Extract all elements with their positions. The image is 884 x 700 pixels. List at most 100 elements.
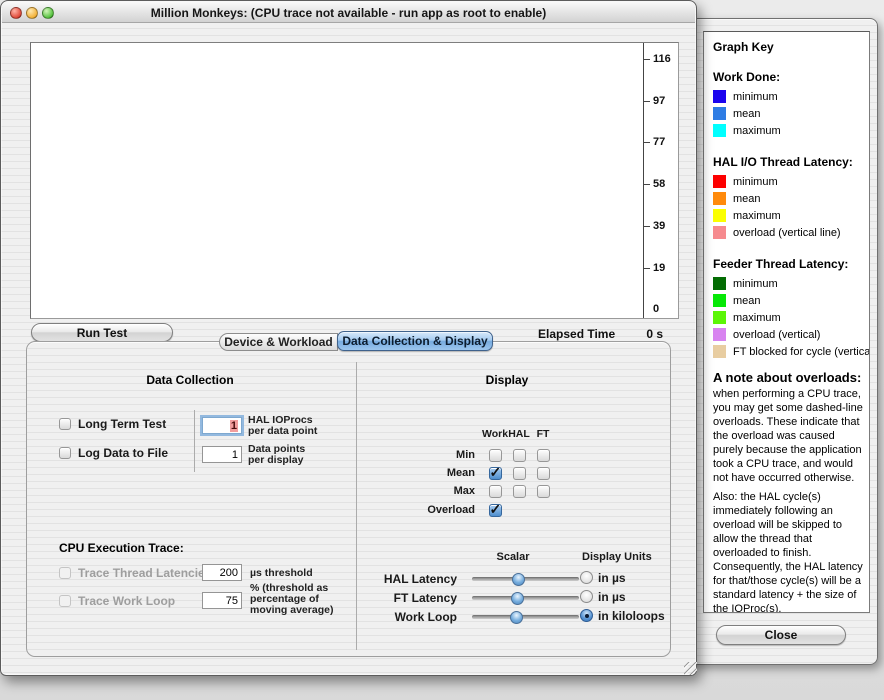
- y-axis-tick: [644, 101, 650, 102]
- color-swatch: [713, 175, 726, 188]
- matrix-header-row: Work HAL FT: [412, 425, 555, 443]
- data-collection-title: Data Collection: [90, 373, 290, 387]
- y-axis-tick: [644, 142, 650, 143]
- checkbox-mean-ft[interactable]: [537, 467, 550, 480]
- hal-ioprocs-field[interactable]: 1: [202, 417, 242, 434]
- legend-item: overload (vertical line): [713, 224, 865, 241]
- legend-item: maximum: [713, 207, 865, 224]
- display-matrix: Work HAL FT Min Mean: [412, 425, 582, 525]
- y-axis-label: 0: [653, 303, 689, 315]
- tab-device-workload[interactable]: Device & Workload: [219, 333, 338, 351]
- y-axis-label: 97: [653, 95, 689, 107]
- title-bar[interactable]: Million Monkeys: (CPU trace not availabl…: [2, 2, 695, 23]
- ft-latency-slider[interactable]: [472, 596, 579, 600]
- resize-grip[interactable]: [684, 662, 697, 675]
- color-swatch: [713, 124, 726, 137]
- checkbox-overload-work[interactable]: [489, 504, 502, 517]
- overload-note-also: Also: the HAL cycle(s) immediately follo…: [713, 490, 865, 613]
- data-points-label: Data points per display: [248, 444, 305, 466]
- checkbox-mean-work[interactable]: [489, 467, 502, 480]
- panel-divider: [356, 362, 357, 650]
- elapsed-time-label: Elapsed Time: [538, 327, 615, 341]
- hal-latency-slider-row: HAL Latency in µs: [27, 570, 672, 587]
- long-term-test-row: Long Term Test: [59, 417, 166, 431]
- y-axis-tick: [644, 226, 650, 227]
- color-swatch: [713, 107, 726, 120]
- color-swatch: [713, 294, 726, 307]
- matrix-row-mean: Mean: [412, 464, 555, 482]
- y-axis-label: 19: [653, 262, 689, 274]
- color-swatch: [713, 345, 726, 358]
- legend-item: overload (vertical): [713, 326, 865, 343]
- graph-key-panel: Graph Key Work Done: minimum mean maximu…: [703, 31, 870, 613]
- work-loop-slider-row: Work Loop in kiloloops: [27, 608, 672, 625]
- y-axis-label: 77: [653, 136, 689, 148]
- radio-hal-units-us[interactable]: [580, 571, 593, 584]
- display-units-header: Display Units: [582, 551, 652, 563]
- checkbox-min-ft[interactable]: [537, 449, 550, 462]
- slider-thumb[interactable]: [510, 611, 523, 624]
- hal-ioprocs-label: HAL IOProcs per data point: [248, 415, 317, 437]
- color-swatch: [713, 192, 726, 205]
- color-swatch: [713, 209, 726, 222]
- elapsed-time-value: 0 s: [629, 327, 663, 341]
- window-title: Million Monkeys: (CPU trace not availabl…: [2, 6, 695, 20]
- checkbox-log-data-to-file[interactable]: [59, 447, 71, 459]
- tab-data-collection-display[interactable]: Data Collection & Display: [337, 331, 493, 351]
- checkbox-max-ft[interactable]: [537, 485, 550, 498]
- run-test-button[interactable]: Run Test: [31, 323, 173, 342]
- matrix-row-max: Max: [412, 482, 555, 500]
- work-loop-slider[interactable]: [472, 615, 579, 619]
- main-window: Million Monkeys: (CPU trace not availabl…: [0, 0, 697, 676]
- ft-latency-slider-row: FT Latency in µs: [27, 589, 672, 606]
- key-section-feeder-latency: Feeder Thread Latency: minimum mean maxi…: [713, 257, 865, 360]
- checkbox-max-hal[interactable]: [513, 485, 526, 498]
- fields-divider: [194, 410, 195, 472]
- key-section-hal-latency: HAL I/O Thread Latency: minimum mean max…: [713, 155, 865, 241]
- legend-item: mean: [713, 105, 865, 122]
- legend-item: maximum: [713, 309, 865, 326]
- scalar-header: Scalar: [463, 551, 563, 563]
- radio-work-loop-units-kiloloops[interactable]: [580, 609, 593, 622]
- y-axis-line: [643, 43, 644, 318]
- radio-ft-units-us[interactable]: [580, 590, 593, 603]
- tab-content-panel: Data Collection Long Term Test Log Data …: [26, 341, 671, 657]
- y-axis-tick: [644, 268, 650, 269]
- checkbox-mean-hal[interactable]: [513, 467, 526, 480]
- y-axis-tick: [644, 184, 650, 185]
- matrix-row-min: Min: [412, 446, 555, 464]
- checkbox-min-hal[interactable]: [513, 449, 526, 462]
- legend-item: minimum: [713, 275, 865, 292]
- graph-key-drawer: Graph Key Work Done: minimum mean maximu…: [690, 18, 878, 665]
- desktop: Graph Key Work Done: minimum mean maximu…: [0, 0, 884, 700]
- log-data-row: Log Data to File: [59, 446, 168, 460]
- graph-area: 116 97 77 58 39 19 0: [30, 42, 679, 319]
- y-axis-label: 116: [653, 53, 689, 65]
- checkbox-max-work[interactable]: [489, 485, 502, 498]
- legend-item: mean: [713, 190, 865, 207]
- legend-item: FT blocked for cycle (vertical): [713, 343, 865, 360]
- slider-thumb[interactable]: [512, 573, 525, 586]
- legend-item: maximum: [713, 122, 865, 139]
- color-swatch: [713, 277, 726, 290]
- legend-item: minimum: [713, 88, 865, 105]
- overload-note-body: when performing a CPU trace, you may get…: [713, 387, 865, 485]
- color-swatch: [713, 311, 726, 324]
- y-axis-label: 58: [653, 178, 689, 190]
- data-points-field[interactable]: 1: [202, 446, 242, 463]
- close-button[interactable]: Close: [716, 625, 846, 645]
- key-section-work-done: Work Done: minimum mean maximum: [713, 70, 865, 139]
- legend-item: minimum: [713, 173, 865, 190]
- color-swatch: [713, 226, 726, 239]
- cpu-trace-title: CPU Execution Trace:: [59, 541, 184, 555]
- slider-thumb[interactable]: [511, 592, 524, 605]
- overload-note-title: A note about overloads:: [713, 370, 865, 385]
- checkbox-min-work[interactable]: [489, 449, 502, 462]
- y-axis-label: 39: [653, 220, 689, 232]
- matrix-row-overload: Overload: [412, 501, 507, 519]
- hal-latency-slider[interactable]: [472, 577, 579, 581]
- display-title: Display: [407, 373, 607, 387]
- color-swatch: [713, 90, 726, 103]
- checkbox-long-term-test[interactable]: [59, 418, 71, 430]
- color-swatch: [713, 328, 726, 341]
